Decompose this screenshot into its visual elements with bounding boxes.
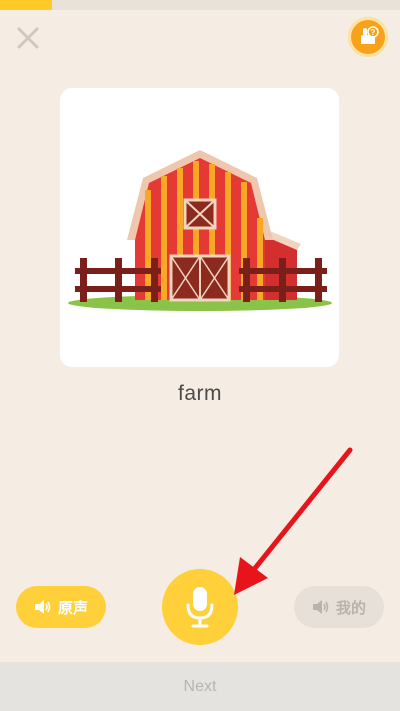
word-label: farm — [178, 382, 222, 405]
my-recording-button[interactable]: 我的 — [294, 586, 384, 628]
barn-illustration — [67, 149, 332, 311]
microphone-icon — [186, 587, 214, 628]
hand-question-icon: ? — [361, 26, 379, 44]
speaker-icon — [312, 600, 329, 614]
next-label: Next — [183, 677, 217, 695]
close-icon — [17, 27, 39, 49]
original-audio-button[interactable]: 原声 — [16, 586, 106, 628]
progress-bar — [0, 0, 400, 10]
svg-text:?: ? — [371, 28, 376, 37]
next-button[interactable]: Next — [0, 662, 400, 711]
speaker-icon — [34, 600, 51, 614]
help-button[interactable]: ? — [348, 17, 388, 57]
progress-fill — [0, 0, 52, 10]
close-button[interactable] — [14, 24, 42, 52]
my-recording-label: 我的 — [335, 599, 366, 617]
original-audio-label: 原声 — [57, 599, 88, 617]
word-card — [60, 88, 339, 367]
record-button[interactable] — [162, 569, 238, 645]
